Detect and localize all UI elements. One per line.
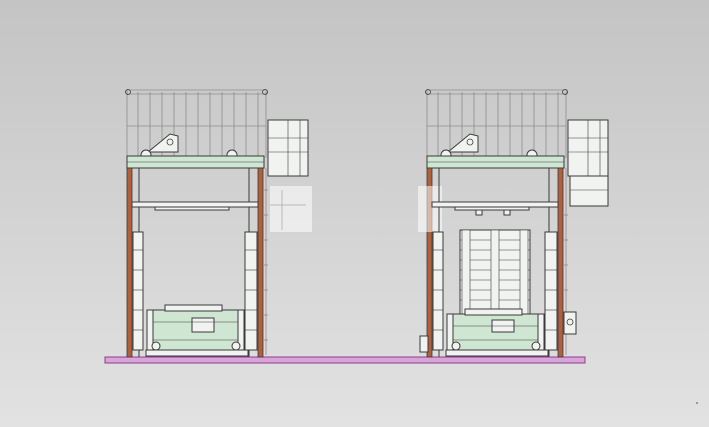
ghost-bracket [418,186,442,232]
top-railing [425,89,568,158]
drawing-canvas [104,89,698,404]
side-platform [267,119,309,177]
cross-beam [131,201,259,208]
cross-beam [431,201,559,208]
cad-viewport[interactable] [0,0,709,427]
lift-carriage [445,308,549,357]
side-motor-right [563,311,577,335]
pallet-stack [459,229,531,315]
guide-rail-right [244,231,258,351]
machine-right[interactable] [418,89,609,358]
stray-point [696,402,698,404]
side-motor-left [419,335,429,353]
column-right [557,167,564,358]
column-left [126,167,133,358]
machine-left[interactable] [125,89,313,358]
ghost-bracket [270,186,312,232]
column-right [257,167,264,358]
guide-rail-right [544,231,558,351]
floor-slab [104,356,586,364]
dimension-strip [264,168,268,355]
lift-carriage [145,304,249,357]
top-railing [125,89,268,158]
side-platform [567,119,609,207]
guide-rail-left [132,231,144,351]
guide-rail-left [432,231,444,351]
